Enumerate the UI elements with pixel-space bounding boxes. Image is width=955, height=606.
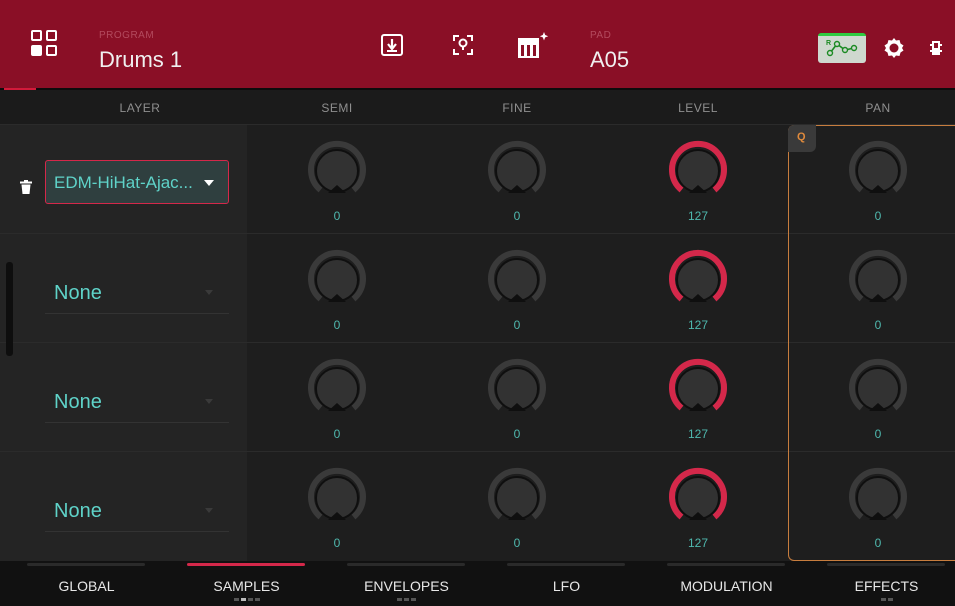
tab-indicator bbox=[827, 563, 945, 566]
tab-indicator bbox=[347, 563, 465, 566]
program-name[interactable]: Drums 1 bbox=[99, 47, 182, 73]
column-header-row: LAYER SEMI FINE LEVEL PAN bbox=[0, 90, 955, 124]
tab-effects[interactable]: EFFECTS bbox=[807, 561, 955, 606]
layer-1-sample-select[interactable]: EDM-HiHat-Ajac... bbox=[45, 160, 229, 204]
qlink-pan-highlight bbox=[788, 125, 955, 561]
knob-fine-value: 0 bbox=[513, 536, 521, 550]
battery-icon bbox=[930, 40, 942, 56]
qlink-badge[interactable]: Q bbox=[788, 125, 816, 152]
knob-semi-value: 0 bbox=[333, 427, 341, 441]
gear-icon[interactable] bbox=[882, 36, 906, 60]
tab-indicator-active bbox=[187, 563, 305, 566]
knob-level-layer-3[interactable] bbox=[667, 358, 729, 420]
chevron-down-icon bbox=[205, 399, 213, 404]
column-fine-label: FINE bbox=[502, 101, 532, 115]
tab-samples-label: SAMPLES bbox=[213, 578, 280, 594]
pad-name[interactable]: A05 bbox=[590, 47, 629, 73]
layer-2-sample-select[interactable]: None bbox=[45, 270, 229, 314]
knob-fine-layer-2[interactable] bbox=[486, 249, 548, 311]
column-semi-label: SEMI bbox=[321, 101, 353, 115]
grid-menu-icon[interactable] bbox=[31, 30, 59, 58]
keyboard-sparkle-icon[interactable] bbox=[515, 30, 551, 60]
knob-level-value: 127 bbox=[687, 536, 709, 550]
tab-lfo[interactable]: LFO bbox=[487, 561, 646, 606]
chevron-down-icon bbox=[205, 290, 213, 295]
column-level-label: LEVEL bbox=[678, 101, 718, 115]
knob-level-layer-4[interactable] bbox=[667, 467, 729, 529]
tab-modulation-label: MODULATION bbox=[680, 578, 773, 594]
knob-semi-value: 0 bbox=[333, 318, 341, 332]
chevron-down-icon bbox=[205, 508, 213, 513]
knob-level-value: 127 bbox=[687, 318, 709, 332]
tab-envelopes-label: ENVELOPES bbox=[364, 578, 449, 594]
knob-level-value: 127 bbox=[687, 427, 709, 441]
header-bar: PROGRAM Drums 1 PAD A05 R bbox=[0, 0, 955, 88]
layer-3-sample-select[interactable]: None bbox=[45, 379, 229, 423]
tab-effects-label: EFFECTS bbox=[854, 578, 919, 594]
layer-4-sample-select[interactable]: None bbox=[45, 488, 229, 532]
chevron-down-icon bbox=[204, 180, 214, 186]
knob-fine-value: 0 bbox=[513, 209, 521, 223]
tab-page-dots bbox=[807, 598, 955, 602]
qlink-badge-label: Q bbox=[797, 131, 806, 143]
tab-lfo-label: LFO bbox=[552, 578, 581, 594]
knob-fine-value: 0 bbox=[513, 318, 521, 332]
knob-level-layer-1[interactable] bbox=[667, 140, 729, 202]
knob-semi-value: 0 bbox=[333, 209, 341, 223]
download-icon[interactable] bbox=[377, 30, 407, 60]
automation-button[interactable]: R bbox=[818, 33, 866, 63]
tab-indicator bbox=[667, 563, 785, 566]
pad-caption: PAD bbox=[590, 30, 612, 41]
knob-semi-value: 0 bbox=[333, 536, 341, 550]
tab-indicator bbox=[27, 563, 145, 566]
automation-icon bbox=[826, 40, 858, 57]
tab-page-dots bbox=[327, 598, 486, 602]
tab-global[interactable]: GLOBAL bbox=[7, 561, 166, 606]
tab-samples[interactable]: SAMPLES bbox=[167, 561, 326, 606]
knob-semi-layer-1[interactable] bbox=[306, 140, 368, 202]
tab-envelopes[interactable]: ENVELOPES bbox=[327, 561, 486, 606]
layer-1-sample-name: EDM-HiHat-Ajac... bbox=[54, 173, 193, 192]
layer-3-sample-name: None bbox=[54, 391, 102, 413]
column-layer-label: LAYER bbox=[119, 101, 161, 115]
trash-icon[interactable] bbox=[20, 180, 32, 194]
knob-semi-layer-3[interactable] bbox=[306, 358, 368, 420]
tab-modulation[interactable]: MODULATION bbox=[647, 561, 806, 606]
knob-fine-layer-4[interactable] bbox=[486, 467, 548, 529]
knob-semi-layer-4[interactable] bbox=[306, 467, 368, 529]
knob-fine-layer-1[interactable] bbox=[486, 140, 548, 202]
tab-global-label: GLOBAL bbox=[58, 578, 115, 594]
layer-2-sample-name: None bbox=[54, 282, 102, 304]
bottom-tab-bar: GLOBAL SAMPLES ENVELOPES LFO MODULATION … bbox=[0, 561, 955, 606]
column-pan-label: PAN bbox=[865, 101, 891, 115]
knob-semi-layer-2[interactable] bbox=[306, 249, 368, 311]
side-scroll-handle[interactable] bbox=[6, 262, 13, 356]
layer-4-sample-name: None bbox=[54, 500, 102, 522]
locate-icon[interactable] bbox=[448, 30, 478, 60]
knob-level-value: 127 bbox=[687, 209, 709, 223]
tab-page-dots bbox=[167, 598, 326, 602]
knob-level-layer-2[interactable] bbox=[667, 249, 729, 311]
program-caption: PROGRAM bbox=[99, 30, 155, 41]
knob-fine-value: 0 bbox=[513, 427, 521, 441]
knob-fine-layer-3[interactable] bbox=[486, 358, 548, 420]
tab-indicator bbox=[507, 563, 625, 566]
